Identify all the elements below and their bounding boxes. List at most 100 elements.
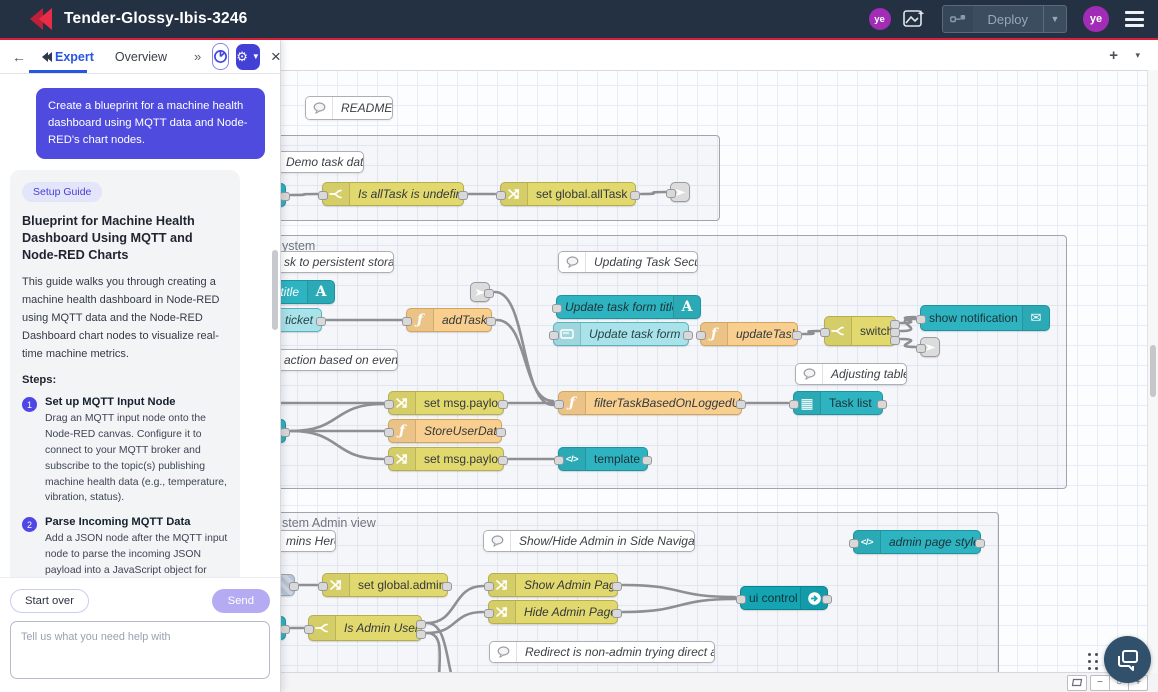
node-link-out-2[interactable] [920, 337, 940, 357]
pie-chart-button[interactable] [212, 43, 229, 70]
node-template-label: template [586, 448, 647, 470]
expert-logo-icon [42, 52, 50, 62]
drag-handle-icon[interactable] [1088, 653, 1098, 670]
node-storeuserdata-label: StoreUserData [416, 420, 501, 442]
comment-task-persistent-storage[interactable]: sk to persistent storage [280, 251, 394, 273]
node-storeuserdata[interactable]: ƒStoreUserData [388, 419, 502, 443]
flow-canvas[interactable]: ystemstem Admin viewREADMEDemo task data… [280, 70, 1148, 673]
start-over-button[interactable]: Start over [10, 589, 89, 613]
assistant-conversation: Create a blueprint for a machine health … [0, 74, 280, 578]
comment-demo-task-data[interactable]: Demo task data [280, 151, 364, 173]
text-icon: A [673, 296, 700, 318]
comment-readme-label: README [333, 97, 392, 119]
node-admin-page-style[interactable]: </>admin page style [853, 530, 981, 554]
node-addtask[interactable]: ƒaddTask [406, 308, 492, 332]
canvas-vertical-scrollbar[interactable] [1147, 70, 1158, 673]
flow-list-menu-icon[interactable]: ▾ [1135, 50, 1140, 61]
setup-guide-badge: Setup Guide [22, 182, 102, 202]
node-task-list-label: Task list [821, 392, 882, 414]
send-button[interactable]: Send [212, 589, 270, 613]
node-link-out-1[interactable] [670, 182, 690, 202]
tab-overview[interactable]: Overview [115, 50, 167, 64]
guide-intro: This guide walks you through creating a … [22, 273, 228, 363]
node-ui-control-label: ui control [741, 587, 800, 609]
node-is-alltask-undefined[interactable]: Is allTask is undefined [322, 182, 464, 206]
comment-adjusting-table[interactable]: Adjusting table [795, 363, 907, 385]
node-storeuserdata-out-port [496, 428, 506, 437]
node-set-msg-payload-2-out-port [498, 456, 508, 465]
node-is-admin-user-out-port [416, 630, 426, 639]
back-arrow-icon[interactable]: ← [12, 49, 26, 65]
step-body: Drag an MQTT input node onto the Node-RE… [45, 411, 228, 506]
node-link-out-1-in-port [666, 189, 676, 198]
node-set-msg-payload-1[interactable]: set msg.payload [388, 391, 504, 415]
group-demo-task-data[interactable] [280, 135, 720, 221]
node-is-alltask-undefined-in-port [318, 191, 328, 200]
node-update-task-form-title-label: Update task form title [557, 296, 673, 318]
node-template[interactable]: </>template [558, 447, 648, 471]
step-number-badge: 1 [22, 397, 37, 412]
zoom-out-button[interactable]: − [1090, 675, 1110, 691]
comment-redirect-non-admin[interactable]: Redirect is non-admin trying direct acce… [489, 641, 715, 663]
comment-readme[interactable]: README [305, 96, 393, 120]
node-set-msg-payload-2-in-port [384, 456, 394, 465]
node-show-admin-page[interactable]: Show Admin Page [488, 573, 618, 597]
comment-updating-task-securely[interactable]: Updating Task Securely [558, 251, 698, 273]
flowfuse-logo-icon[interactable] [30, 8, 48, 30]
node-ticket[interactable]: ticket [280, 308, 322, 332]
deploy-caret-icon[interactable]: ▼ [1043, 6, 1066, 32]
chat-bubble-button[interactable] [1104, 636, 1151, 683]
settings-dropdown-button[interactable]: ⚙ ▼ [236, 44, 260, 70]
comment-icon [796, 364, 823, 384]
node-template-in-port [554, 456, 564, 465]
panel-scrollbar[interactable] [272, 80, 278, 570]
node-task-list[interactable]: ▦Task list [793, 391, 883, 415]
node-hide-admin-page-in-port [484, 609, 494, 618]
node-task-list-in-port [789, 400, 799, 409]
node-form-title[interactable]: m titleA [280, 280, 335, 304]
node-hide-admin-page[interactable]: Hide Admin Page [488, 600, 618, 624]
more-tabs-icon[interactable]: » [194, 49, 201, 64]
user-avatar[interactable]: ye [1083, 6, 1109, 32]
comment-show-hide-admin[interactable]: Show/Hide Admin in Side Navigation [483, 530, 695, 552]
node-show-notification[interactable]: show notification✉ [920, 305, 1050, 331]
node-set-global-alltask[interactable]: set global.allTask [500, 182, 636, 206]
deploy-button[interactable]: Deploy ▼ [942, 5, 1067, 33]
ai-assistant-icon[interactable] [902, 8, 926, 30]
node-hidden-inject[interactable] [280, 574, 295, 596]
main-menu-icon[interactable] [1125, 11, 1144, 27]
deploy-label: Deploy [973, 12, 1043, 27]
add-flow-button[interactable]: + [1109, 47, 1118, 64]
node-switch[interactable]: switch [824, 316, 896, 346]
node-is-admin-user-in-port [304, 625, 314, 634]
node-set-global-admins-label: set global.admins [350, 574, 447, 596]
node-template-out-port [642, 456, 652, 465]
comment-task-persistent-storage-label: sk to persistent storage [280, 252, 393, 272]
node-show-admin-page-in-port [484, 582, 494, 591]
tab-expert[interactable]: Expert [42, 50, 94, 64]
node-ui-control[interactable]: ui control [740, 586, 828, 610]
assistant-footer: Start over Send [0, 577, 280, 692]
node-set-msg-payload-2[interactable]: set msg.payload [388, 447, 504, 471]
node-updatetask-label: updateTask [728, 323, 797, 345]
comment-action-based-on-event[interactable]: action based on event [280, 349, 398, 371]
node-hide-admin-page-label: Hide Admin Page [516, 601, 617, 623]
mini-avatar[interactable]: ye [869, 8, 891, 30]
node-link-mid[interactable] [470, 282, 490, 302]
node-update-task-form[interactable]: Update task form [553, 322, 689, 346]
node-show-notification-in-port [916, 315, 926, 324]
node-filtertask[interactable]: ƒfilterTaskBasedOnLoggedUser [558, 391, 742, 415]
node-show-notification-label: show notification [921, 306, 1022, 330]
help-input[interactable] [10, 621, 270, 679]
comment-admins-here[interactable]: mins Here [280, 530, 336, 552]
close-panel-icon[interactable]: × [271, 48, 281, 65]
node-switch-label: switch [852, 317, 895, 345]
node-update-task-form-title[interactable]: Update task form titleA [556, 295, 701, 319]
node-updatetask[interactable]: ƒupdateTask [700, 322, 798, 346]
scrollbar-thumb[interactable] [1150, 345, 1156, 397]
tab-expert-label: Expert [55, 50, 94, 64]
node-is-admin-user[interactable]: Is Admin User? [308, 615, 422, 641]
navigator-toggle-button[interactable] [1067, 675, 1087, 691]
node-set-msg-payload-1-label: set msg.payload [416, 392, 503, 414]
node-set-global-admins[interactable]: set global.admins [322, 573, 448, 597]
